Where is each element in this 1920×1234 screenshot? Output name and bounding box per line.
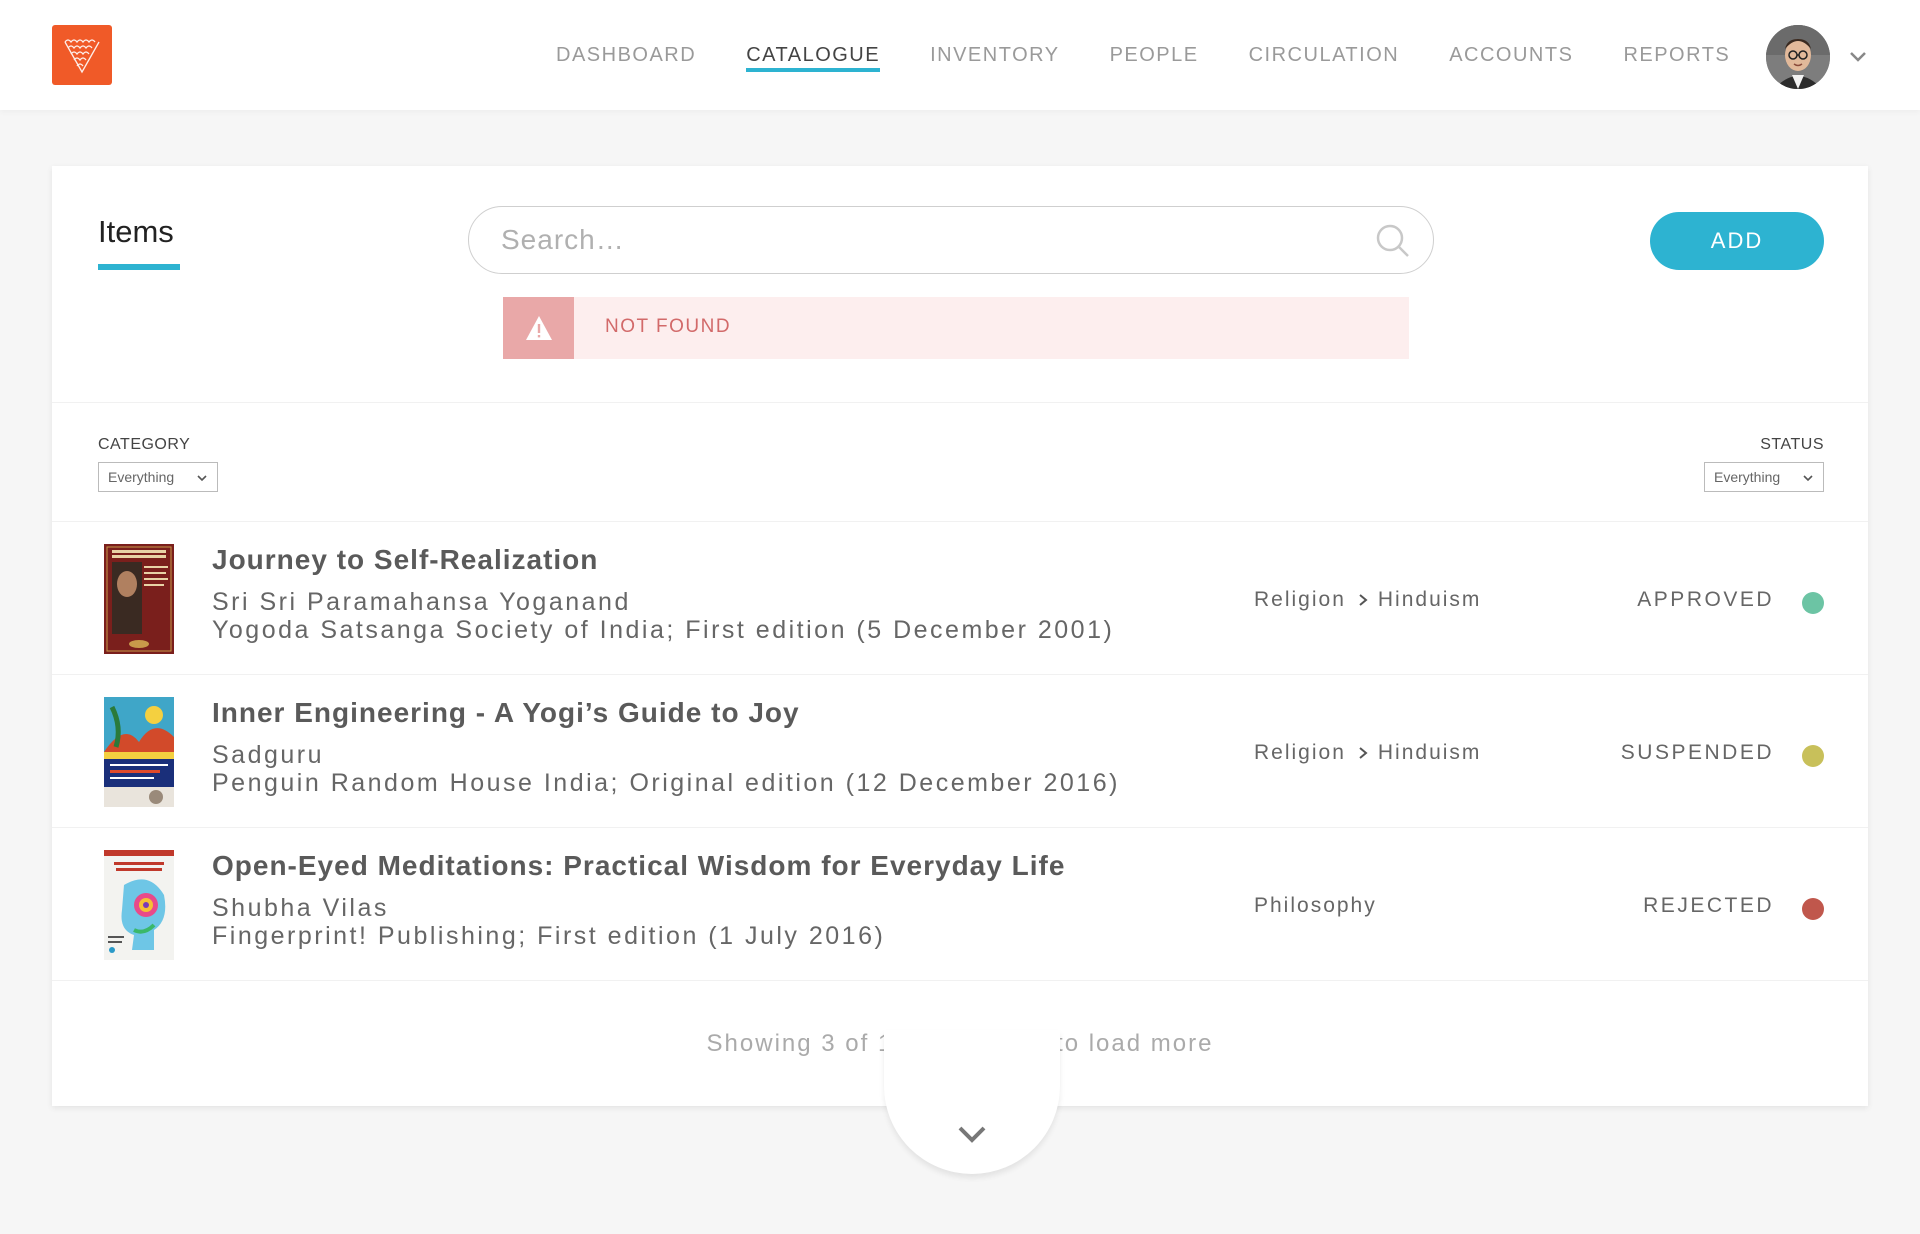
logo-lotus-icon (64, 39, 100, 74)
status-indicator-dot (1802, 592, 1824, 614)
item-category-breadcrumb: Religion Hinduism (1254, 741, 1481, 765)
chevron-right-icon (1359, 747, 1368, 759)
add-button[interactable]: ADD (1650, 212, 1824, 270)
page-title: Items (98, 214, 174, 249)
nav-catalogue[interactable]: CATALOGUE (746, 0, 880, 110)
search-input[interactable] (501, 219, 1361, 261)
item-row[interactable]: Journey to Self-Realization Sri Sri Para… (52, 522, 1868, 675)
item-author: Sadguru (212, 741, 325, 769)
nav-dashboard[interactable]: DASHBOARD (556, 0, 696, 110)
search-box[interactable] (468, 206, 1434, 274)
category-crumb: Philosophy (1254, 894, 1377, 917)
chevron-down-icon (197, 475, 207, 482)
item-publisher: Yogoda Satsanga Society of India; First … (212, 616, 1115, 644)
item-publisher: Fingerprint! Publishing; First edition (… (212, 922, 886, 950)
alert-icon-box (503, 297, 574, 359)
chevron-down-icon (1803, 475, 1813, 482)
status-select-value: Everything (1714, 469, 1781, 485)
warning-icon (525, 316, 552, 340)
book-cover-image (104, 544, 174, 654)
main-nav: DASHBOARD CATALOGUE INVENTORY PEOPLE CIR… (556, 0, 1780, 110)
item-status: APPROVED (1637, 588, 1774, 611)
nav-circulation[interactable]: CIRCULATION (1249, 0, 1400, 110)
item-author: Shubha Vilas (212, 894, 389, 922)
chevron-right-icon (1359, 594, 1368, 606)
user-avatar[interactable] (1766, 25, 1830, 89)
item-category-breadcrumb: Philosophy (1254, 894, 1377, 918)
search-icon[interactable] (1375, 223, 1411, 259)
subcategory-crumb: Hinduism (1377, 588, 1482, 611)
item-row[interactable]: Inner Engineering - A Yogi’s Guide to Jo… (52, 675, 1868, 828)
category-select-value: Everything (108, 469, 175, 485)
nav-accounts[interactable]: ACCOUNTS (1449, 0, 1573, 110)
item-row[interactable]: Open-Eyed Meditations: Practical Wisdom … (52, 828, 1868, 981)
load-more-tab[interactable] (884, 1030, 1060, 1174)
nav-reports[interactable]: REPORTS (1623, 0, 1730, 110)
alert-message: NOT FOUND (605, 316, 732, 337)
items-card: Items ADD NOT FOUND CATEGORY Everything … (52, 166, 1868, 1106)
category-select[interactable]: Everything (98, 462, 218, 492)
subcategory-crumb: Hinduism (1377, 741, 1482, 764)
status-indicator-dot (1802, 898, 1824, 920)
category-crumb: Religion (1254, 588, 1346, 611)
divider (52, 980, 1868, 981)
item-title[interactable]: Open-Eyed Meditations: Practical Wisdom … (212, 850, 1065, 882)
item-title[interactable]: Inner Engineering - A Yogi’s Guide to Jo… (212, 697, 800, 729)
item-title[interactable]: Journey to Self-Realization (212, 544, 598, 576)
item-status: SUSPENDED (1620, 741, 1774, 764)
chevron-down-icon (958, 1126, 986, 1143)
not-found-alert: NOT FOUND (503, 297, 1409, 359)
book-cover-image (104, 850, 174, 960)
item-publisher: Penguin Random House India; Original edi… (212, 769, 1120, 797)
status-filter-label: STATUS (1760, 436, 1824, 453)
title-underline (98, 264, 180, 270)
item-author: Sri Sri Paramahansa Yoganand (212, 588, 631, 616)
nav-people[interactable]: PEOPLE (1110, 0, 1199, 110)
user-menu-chevron-icon[interactable] (1846, 45, 1870, 69)
status-select[interactable]: Everything (1704, 462, 1824, 492)
nav-inventory[interactable]: INVENTORY (930, 0, 1059, 110)
book-cover-image (104, 697, 174, 807)
status-indicator-dot (1802, 745, 1824, 767)
top-navigation-bar: DASHBOARD CATALOGUE INVENTORY PEOPLE CIR… (0, 0, 1920, 110)
item-status: REJECTED (1643, 894, 1774, 917)
app-logo[interactable] (52, 25, 112, 85)
user-portrait-icon (1766, 25, 1830, 89)
category-filter-label: CATEGORY (98, 436, 191, 453)
category-crumb: Religion (1254, 741, 1346, 764)
item-category-breadcrumb: Religion Hinduism (1254, 588, 1481, 612)
divider (52, 402, 1868, 403)
